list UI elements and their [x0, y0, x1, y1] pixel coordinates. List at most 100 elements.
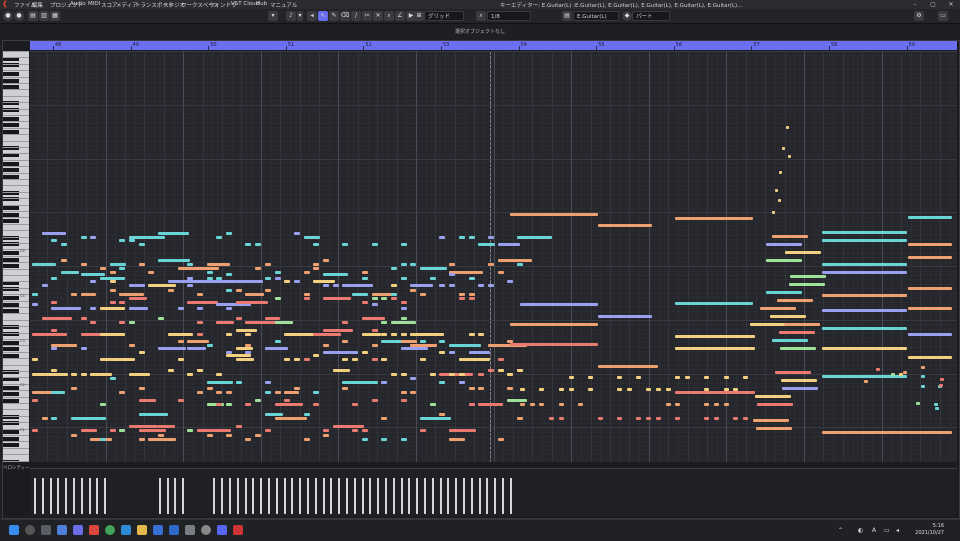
- midi-note[interactable]: [617, 417, 622, 420]
- velocity-bar[interactable]: [447, 478, 450, 514]
- midi-note[interactable]: [371, 243, 378, 246]
- midi-note[interactable]: [429, 403, 436, 406]
- midi-note[interactable]: [558, 417, 564, 420]
- midi-note[interactable]: [743, 417, 749, 420]
- black-key[interactable]: [3, 302, 19, 307]
- velocity-bar[interactable]: [283, 478, 286, 514]
- midi-note[interactable]: [216, 373, 223, 376]
- midi-note[interactable]: [148, 271, 155, 274]
- black-key[interactable]: [3, 309, 19, 313]
- chevron-up-icon[interactable]: ⌃: [838, 527, 843, 534]
- midi-note[interactable]: [226, 232, 232, 235]
- midi-note[interactable]: [61, 243, 68, 246]
- midi-note[interactable]: [323, 259, 329, 262]
- midi-note[interactable]: [420, 267, 448, 270]
- midi-note[interactable]: [822, 347, 907, 350]
- velocity-bar[interactable]: [314, 478, 317, 514]
- midi-note[interactable]: [468, 358, 475, 361]
- velocity-bar[interactable]: [361, 478, 364, 514]
- midi-note[interactable]: [578, 403, 584, 406]
- menu-item[interactable]: マニュアル: [270, 1, 297, 9]
- velocity-bar[interactable]: [455, 478, 458, 514]
- midi-note[interactable]: [863, 379, 868, 383]
- snap-type-select[interactable]: グリッド: [424, 11, 464, 21]
- midi-note[interactable]: [769, 315, 806, 318]
- midi-note[interactable]: [361, 351, 368, 354]
- midi-note[interactable]: [80, 293, 96, 296]
- insert-velocity-icon[interactable]: ♪: [286, 11, 296, 21]
- midi-note[interactable]: [420, 429, 426, 432]
- midi-note[interactable]: [138, 413, 168, 416]
- velocity-bar[interactable]: [307, 478, 309, 514]
- midi-note[interactable]: [323, 284, 329, 287]
- midi-note[interactable]: [352, 358, 359, 361]
- midi-note[interactable]: [497, 438, 504, 441]
- black-key[interactable]: [3, 392, 19, 397]
- midi-note[interactable]: [390, 333, 397, 336]
- midi-note[interactable]: [908, 356, 952, 359]
- midi-note[interactable]: [70, 373, 77, 376]
- midi-note[interactable]: [439, 236, 446, 239]
- midi-note[interactable]: [558, 403, 564, 406]
- midi-note[interactable]: [226, 434, 232, 437]
- midi-note[interactable]: [323, 329, 354, 332]
- midi-note[interactable]: [920, 366, 925, 370]
- midi-note[interactable]: [784, 251, 821, 254]
- midi-note[interactable]: [167, 425, 174, 428]
- midi-note[interactable]: [704, 417, 710, 420]
- midi-note[interactable]: [908, 256, 952, 259]
- midi-note[interactable]: [332, 369, 351, 372]
- midi-note[interactable]: [264, 289, 271, 292]
- midi-note[interactable]: [158, 434, 165, 437]
- part-icon[interactable]: ◆: [622, 11, 632, 21]
- midi-note[interactable]: [875, 368, 880, 372]
- midi-note[interactable]: [478, 373, 485, 376]
- midi-note[interactable]: [743, 376, 749, 379]
- midi-note[interactable]: [158, 317, 165, 320]
- velocity-bar[interactable]: [158, 478, 161, 514]
- midi-note[interactable]: [158, 259, 190, 262]
- midi-note[interactable]: [779, 347, 816, 350]
- chat-icon[interactable]: [73, 525, 83, 535]
- midi-note[interactable]: [206, 381, 234, 384]
- object-selection-tool-icon[interactable]: ↖: [318, 11, 328, 21]
- midi-note[interactable]: [196, 321, 203, 324]
- midi-note[interactable]: [822, 327, 907, 330]
- midi-note[interactable]: [303, 333, 310, 336]
- midi-note[interactable]: [921, 375, 926, 379]
- midi-note[interactable]: [32, 263, 56, 266]
- midi-note[interactable]: [478, 403, 504, 406]
- midi-note[interactable]: [109, 263, 127, 266]
- midi-note[interactable]: [420, 417, 452, 420]
- midi-note[interactable]: [517, 369, 523, 372]
- midi-note[interactable]: [420, 340, 426, 343]
- midi-note[interactable]: [245, 333, 252, 336]
- midi-note[interactable]: [293, 358, 300, 361]
- velocity-bar[interactable]: [330, 478, 333, 514]
- midi-note[interactable]: [255, 243, 262, 246]
- midi-note[interactable]: [90, 429, 97, 432]
- midi-note[interactable]: [274, 417, 307, 420]
- velocity-bar[interactable]: [494, 478, 497, 514]
- midi-note[interactable]: [381, 333, 388, 336]
- midi-note[interactable]: [196, 391, 203, 394]
- store-icon[interactable]: [153, 525, 163, 535]
- microphone-icon[interactable]: ◐: [858, 527, 863, 534]
- midi-note[interactable]: [255, 293, 262, 296]
- midi-note[interactable]: [61, 271, 80, 274]
- midi-note[interactable]: [617, 376, 622, 379]
- midi-note[interactable]: [458, 297, 465, 300]
- midi-note[interactable]: [772, 339, 809, 342]
- snap-icon[interactable]: ⊞: [414, 11, 424, 21]
- midi-note[interactable]: [786, 126, 789, 129]
- maximize-button[interactable]: ▢: [924, 0, 942, 9]
- midi-note[interactable]: [549, 417, 555, 420]
- midi-note[interactable]: [487, 236, 494, 239]
- midi-note[interactable]: [99, 438, 106, 441]
- midi-note[interactable]: [158, 347, 186, 350]
- velocity-bar[interactable]: [322, 478, 325, 514]
- black-key[interactable]: [3, 129, 19, 134]
- midi-note[interactable]: [80, 373, 87, 376]
- velocity-bar[interactable]: [182, 478, 185, 514]
- midi-note[interactable]: [216, 391, 223, 394]
